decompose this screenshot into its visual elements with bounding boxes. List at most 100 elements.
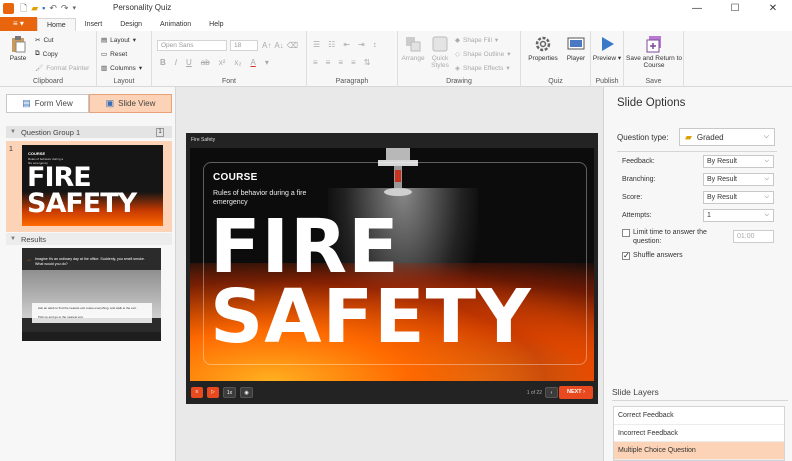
save-group: Save and Return to Course Save bbox=[624, 31, 684, 87]
file-menu-button[interactable]: ≡ ▾ bbox=[0, 17, 37, 31]
superscript-icon[interactable]: x² bbox=[219, 58, 226, 67]
score-select[interactable]: By Result ⌵ bbox=[703, 191, 774, 204]
font-group: Open Sans 18 A↑ A↓ ⌫ B I U ab x² x₂ A ▾ Fo… bbox=[152, 31, 307, 87]
paste-button[interactable]: Paste bbox=[3, 35, 33, 62]
collapse-chevron-icon: ▼ bbox=[10, 129, 16, 135]
shape-outline-button[interactable]: ◇ Shape Outline ▾ bbox=[455, 50, 510, 59]
customize-dropdown-icon[interactable]: ▾ bbox=[72, 5, 76, 12]
quick-styles-button[interactable]: Quick Styles bbox=[425, 35, 455, 70]
copy-button[interactable]: ⧉ Copy bbox=[35, 50, 58, 58]
attempts-select[interactable]: 1 ⌵ bbox=[703, 209, 774, 222]
feedback-label: Feedback: bbox=[622, 158, 655, 165]
menu-button[interactable]: ≡ bbox=[191, 387, 203, 398]
play-button[interactable]: ▷ bbox=[207, 387, 219, 398]
question-group-header[interactable]: ▼ Question Group 1 1 bbox=[6, 126, 172, 138]
slide-layers-title: Slide Layers bbox=[612, 387, 659, 397]
form-view-button[interactable]: ▤ Form View bbox=[6, 94, 89, 113]
preview-button[interactable]: Preview ▾ bbox=[592, 35, 622, 62]
paragraph-group: ☰ ☷ ⇤ ⇥ ↕ ≡ ≡ ≡ ≡ ⇅ Paragraph bbox=[307, 31, 398, 87]
layout-button[interactable]: ▤ Layout ▾ bbox=[101, 36, 136, 45]
quick-access-toolbar: 🗋 ▰ ▪ ↶ ↷ ▾ bbox=[20, 4, 76, 13]
slide-thumbnail-1[interactable]: 1 COURSE Rules of behavior during a fire… bbox=[6, 141, 172, 232]
italic-icon[interactable]: I bbox=[175, 58, 177, 67]
grow-font-icon[interactable]: A↑ bbox=[262, 41, 271, 50]
save-return-button[interactable]: Save and Return to Course bbox=[626, 35, 682, 70]
font-color-icon[interactable]: A bbox=[250, 58, 255, 67]
justify-icon[interactable]: ≡ bbox=[351, 58, 356, 67]
new-file-icon[interactable]: 🗋 bbox=[20, 4, 27, 13]
line-spacing-icon[interactable]: ↕ bbox=[373, 40, 377, 49]
outline-icon: ◇ bbox=[455, 51, 460, 58]
strikethrough-icon[interactable]: ab bbox=[201, 58, 210, 67]
shuffle-answers-label: Shuffle answers bbox=[633, 252, 683, 259]
clear-format-icon[interactable]: ⌫ bbox=[287, 41, 298, 50]
align-left-icon[interactable]: ≡ bbox=[313, 58, 318, 67]
align-right-icon[interactable]: ≡ bbox=[338, 58, 343, 67]
time-limit-input[interactable]: 01:00 bbox=[733, 230, 774, 243]
decrease-indent-icon[interactable]: ⇤ bbox=[343, 40, 350, 49]
shape-effects-button[interactable]: ◈ Shape Effects ▾ bbox=[455, 64, 510, 73]
open-folder-icon[interactable]: ▰ bbox=[31, 4, 38, 13]
bold-icon[interactable]: B bbox=[160, 58, 166, 67]
layer-multiple-choice-question[interactable]: Multiple Choice Question bbox=[614, 442, 784, 460]
player-button[interactable]: Player bbox=[561, 35, 591, 62]
subscript-icon[interactable]: x₂ bbox=[234, 58, 241, 67]
paste-icon bbox=[12, 36, 26, 53]
menu-icon: ≡ bbox=[195, 389, 199, 395]
next-button[interactable]: NEXT › bbox=[559, 386, 593, 399]
slide-view-button[interactable]: ▣ Slide View bbox=[89, 94, 172, 113]
font-size-select[interactable]: 18 bbox=[230, 40, 258, 51]
prev-button[interactable]: ‹ bbox=[545, 387, 558, 398]
close-button[interactable]: ✕ bbox=[754, 0, 792, 17]
shuffle-answers-checkbox[interactable] bbox=[622, 251, 630, 260]
captions-button[interactable]: ◉ bbox=[240, 387, 253, 398]
play-icon bbox=[602, 37, 614, 51]
align-center-icon[interactable]: ≡ bbox=[326, 58, 331, 67]
quiz-group: Properties Player Quiz bbox=[521, 31, 591, 87]
cut-button[interactable]: ✂ Cut bbox=[35, 36, 54, 45]
branching-select[interactable]: By Result ⌵ bbox=[703, 173, 774, 186]
slides-panel: ▤ Form View ▣ Slide View ▼ Question Grou… bbox=[0, 87, 176, 461]
redo-icon[interactable]: ↷ bbox=[61, 4, 69, 13]
format-painter-button[interactable]: 🖌 Format Painter bbox=[35, 64, 89, 73]
shrink-font-icon[interactable]: A↓ bbox=[274, 41, 283, 50]
results-slide-thumbnail[interactable]: → Imagine it's an ordinary day at the of… bbox=[22, 248, 161, 341]
tab-design[interactable]: Design bbox=[111, 18, 151, 31]
numbering-icon[interactable]: ☷ bbox=[328, 40, 335, 49]
layout-group: ▤ Layout ▾ ▭ Reset ▥ Columns ▾ Layout bbox=[97, 31, 152, 87]
minimize-button[interactable]: — bbox=[678, 0, 716, 17]
shape-fill-button[interactable]: ◆ Shape Fill ▾ bbox=[455, 36, 498, 45]
tab-home[interactable]: Home bbox=[37, 18, 76, 31]
divider bbox=[617, 151, 777, 152]
maximize-button[interactable]: ☐ bbox=[716, 0, 754, 17]
properties-button[interactable]: Properties bbox=[525, 35, 561, 62]
bullets-icon[interactable]: ☰ bbox=[313, 40, 320, 49]
columns-button[interactable]: ▥ Columns ▾ bbox=[101, 64, 142, 73]
tab-animation[interactable]: Animation bbox=[151, 18, 200, 31]
chevron-down-icon: ⌵ bbox=[764, 176, 769, 182]
play-icon: ▷ bbox=[211, 389, 215, 395]
layer-incorrect-feedback[interactable]: Incorrect Feedback bbox=[614, 425, 784, 442]
font-family-select[interactable]: Open Sans bbox=[157, 40, 227, 51]
results-group-header[interactable]: ▼ Results bbox=[6, 233, 172, 245]
highlight-icon[interactable]: ▾ bbox=[265, 58, 269, 67]
limit-time-checkbox[interactable] bbox=[622, 229, 630, 237]
increase-indent-icon[interactable]: ⇥ bbox=[358, 40, 365, 49]
clipboard-group-label: Clipboard bbox=[33, 78, 63, 85]
slide-number: 1 bbox=[9, 146, 13, 153]
slide-stage[interactable]: COURSE Rules of behavior during a fire e… bbox=[190, 148, 594, 381]
speed-button[interactable]: 1x bbox=[223, 387, 236, 398]
tab-insert[interactable]: Insert bbox=[76, 18, 112, 31]
font-style-buttons: B I U ab x² x₂ A ▾ bbox=[160, 58, 269, 67]
undo-icon[interactable]: ↶ bbox=[49, 4, 57, 13]
save-icon[interactable]: ▪ bbox=[42, 4, 45, 13]
text-direction-icon[interactable]: ⇅ bbox=[364, 58, 371, 67]
tab-help[interactable]: Help bbox=[200, 18, 232, 31]
underline-icon[interactable]: U bbox=[186, 58, 192, 67]
arrange-button[interactable]: Arrange bbox=[398, 35, 428, 62]
brush-icon: 🖌 bbox=[35, 65, 44, 72]
question-type-select[interactable]: ▰ Graded ⌵ bbox=[679, 128, 775, 146]
layer-correct-feedback[interactable]: Correct Feedback bbox=[614, 407, 784, 425]
feedback-select[interactable]: By Result ⌵ bbox=[703, 155, 774, 168]
reset-button[interactable]: ▭ Reset bbox=[101, 50, 127, 59]
